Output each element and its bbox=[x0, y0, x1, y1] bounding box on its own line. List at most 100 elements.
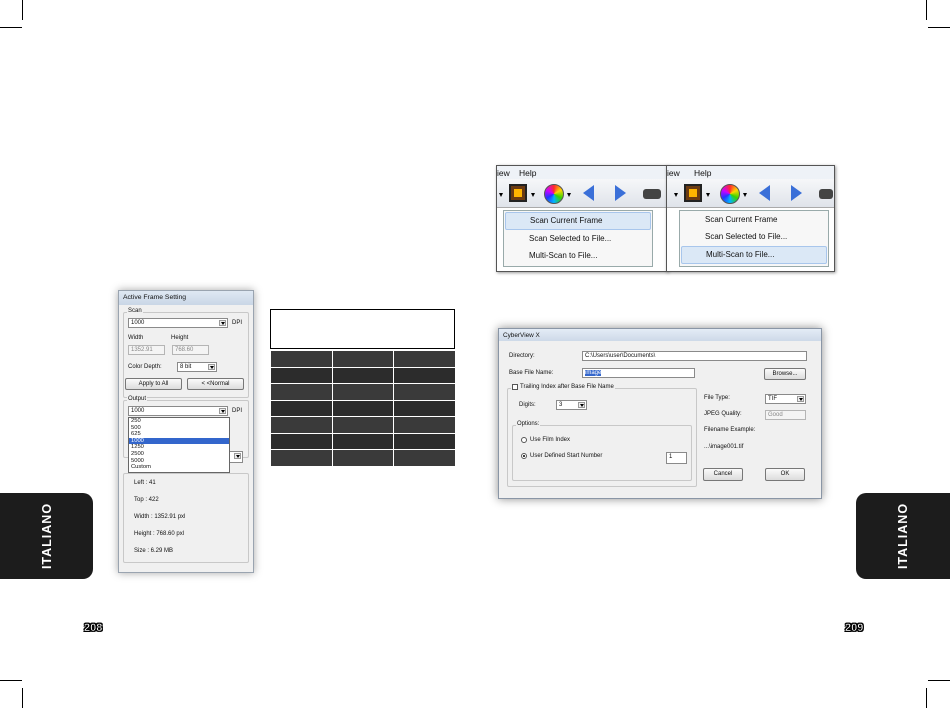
color-depth-value: 8 bit bbox=[180, 364, 192, 370]
dropdown-arrow-icon bbox=[706, 193, 710, 197]
chevron-down-icon bbox=[219, 408, 226, 414]
start-number-field[interactable]: 1 bbox=[666, 452, 687, 464]
info-top: Top : 422 bbox=[134, 497, 159, 503]
info-size: Size : 6.29 MB bbox=[134, 548, 174, 554]
scan-dpi-select[interactable]: 1000 bbox=[128, 318, 228, 328]
page-number-right: 209 bbox=[845, 622, 864, 635]
next-arrow-icon[interactable] bbox=[791, 185, 802, 201]
menu-item-multi-scan-to-file[interactable]: Multi-Scan to File... bbox=[681, 246, 827, 264]
height-field: 768.60 bbox=[172, 345, 209, 355]
menu-view[interactable]: iew bbox=[497, 168, 510, 178]
menu-screenshot-1: iew Help Scan Current Frame Scan Selecte… bbox=[496, 165, 668, 272]
trailing-index-group-header: Trailing Index after Base File Name bbox=[511, 384, 615, 390]
dpi-option[interactable]: Custom bbox=[129, 464, 229, 471]
dpi-option[interactable]: 5000 bbox=[129, 458, 229, 465]
scan-film-icon[interactable] bbox=[509, 184, 527, 202]
use-film-index-radio[interactable] bbox=[521, 437, 527, 443]
crop-mark bbox=[928, 680, 950, 681]
film-strip-icon[interactable] bbox=[819, 189, 833, 199]
page-number-left: 208 bbox=[84, 622, 103, 635]
user-defined-label: User Defined Start Number bbox=[530, 453, 603, 459]
dpi-dropdown-list[interactable]: 250 500 625 1000 1250 2500 5000 Custom bbox=[128, 417, 230, 473]
dropdown-arrow-icon bbox=[499, 193, 503, 197]
menu-help[interactable]: Help bbox=[519, 168, 536, 178]
apply-to-all-button[interactable]: Apply to All bbox=[125, 378, 182, 390]
table-row bbox=[270, 383, 456, 401]
dpi-option[interactable]: 625 bbox=[129, 431, 229, 438]
color-depth-label: Color Depth: bbox=[128, 364, 162, 370]
directory-field[interactable]: C:\Users\user\Documents\ bbox=[582, 351, 807, 361]
jpeg-quality-select: Good bbox=[765, 410, 806, 420]
jpeg-quality-value: Good bbox=[768, 412, 783, 418]
hidden-select[interactable] bbox=[229, 451, 243, 463]
table-row bbox=[270, 432, 456, 450]
use-film-index-label: Use Film Index bbox=[530, 437, 571, 443]
normal-button[interactable]: < <Normal bbox=[187, 378, 244, 390]
crop-mark bbox=[926, 0, 927, 20]
menu-bar: iew Help bbox=[667, 166, 834, 179]
language-tab-label: ITALIANO bbox=[896, 502, 910, 570]
dialog-title: Active Frame Setting bbox=[119, 291, 253, 305]
trailing-index-checkbox[interactable] bbox=[512, 384, 518, 390]
file-type-value: TIF bbox=[768, 396, 777, 402]
digits-select[interactable]: 3 bbox=[556, 400, 587, 410]
dropdown-arrow-icon bbox=[743, 193, 747, 197]
scan-film-icon[interactable] bbox=[684, 184, 702, 202]
menu-item-scan-selected-to-file[interactable]: Scan Selected to File... bbox=[681, 229, 827, 245]
cancel-button[interactable]: Cancel bbox=[703, 468, 743, 481]
file-type-select[interactable]: TIF bbox=[765, 394, 806, 404]
scan-group-label: Scan bbox=[127, 308, 143, 314]
table-row bbox=[270, 350, 456, 368]
dpi-table bbox=[270, 350, 456, 467]
ok-button[interactable]: OK bbox=[765, 468, 805, 481]
base-file-name-field[interactable]: image bbox=[582, 368, 695, 378]
info-width: Width : 1352.91 pxl bbox=[134, 514, 186, 520]
dpi-option[interactable]: 1250 bbox=[129, 444, 229, 451]
dpi-option[interactable]: 250 bbox=[129, 418, 229, 425]
user-defined-radio[interactable] bbox=[521, 453, 527, 459]
dpi-option-selected[interactable]: 1000 bbox=[129, 437, 229, 445]
output-dpi-unit: DPI bbox=[232, 408, 243, 414]
menu-item-scan-current-frame[interactable]: Scan Current Frame bbox=[681, 212, 827, 228]
previous-arrow-icon[interactable] bbox=[759, 185, 770, 201]
width-label: Width bbox=[128, 335, 144, 341]
browse-button[interactable]: Browse... bbox=[764, 368, 806, 380]
color-wheel-icon[interactable] bbox=[720, 184, 740, 204]
previous-arrow-icon[interactable] bbox=[583, 185, 594, 201]
crop-mark bbox=[926, 688, 927, 708]
dropdown-arrow-icon bbox=[531, 193, 535, 197]
dialog-title: CyberView X bbox=[499, 329, 821, 341]
next-arrow-icon[interactable] bbox=[615, 185, 626, 201]
width-field: 1352.91 bbox=[128, 345, 165, 355]
dpi-option[interactable]: 2500 bbox=[129, 451, 229, 458]
color-depth-select[interactable]: 8 bit bbox=[177, 362, 217, 372]
crop-mark bbox=[22, 688, 23, 708]
output-dpi-select[interactable]: 1000 bbox=[128, 406, 228, 416]
dpi-option[interactable]: 500 bbox=[129, 425, 229, 432]
menu-view[interactable]: iew bbox=[667, 168, 680, 178]
output-group-label: Output bbox=[127, 396, 148, 402]
table-row bbox=[270, 366, 456, 384]
crop-mark bbox=[0, 680, 22, 681]
menu-item-multi-scan-to-file[interactable]: Multi-Scan to File... bbox=[505, 248, 651, 264]
menu-item-scan-current-frame[interactable]: Scan Current Frame bbox=[505, 212, 651, 230]
options-label: Options: bbox=[516, 421, 541, 427]
film-strip-icon[interactable] bbox=[643, 189, 661, 199]
table-row bbox=[270, 416, 456, 434]
scan-menu: Scan Current Frame Scan Selected to File… bbox=[503, 210, 653, 267]
language-tab-right: ITALIANO bbox=[856, 493, 950, 579]
dropdown-arrow-icon bbox=[567, 193, 571, 197]
chevron-down-icon bbox=[797, 396, 804, 402]
cyberview-dialog: CyberView X Directory: C:\Users\user\Doc… bbox=[498, 328, 822, 499]
toolbar bbox=[497, 179, 667, 208]
menu-item-scan-selected-to-file[interactable]: Scan Selected to File... bbox=[505, 231, 651, 247]
table-header-box bbox=[270, 309, 455, 349]
base-file-name-label: Base File Name: bbox=[509, 370, 554, 376]
color-wheel-icon[interactable] bbox=[544, 184, 564, 204]
language-tab-left: ITALIANO bbox=[0, 493, 93, 579]
scan-menu: Scan Current Frame Scan Selected to File… bbox=[679, 210, 829, 267]
table-row bbox=[270, 449, 456, 467]
menu-help[interactable]: Help bbox=[694, 168, 711, 178]
output-dpi-value: 1000 bbox=[131, 408, 145, 414]
language-tab-label: ITALIANO bbox=[39, 502, 54, 570]
